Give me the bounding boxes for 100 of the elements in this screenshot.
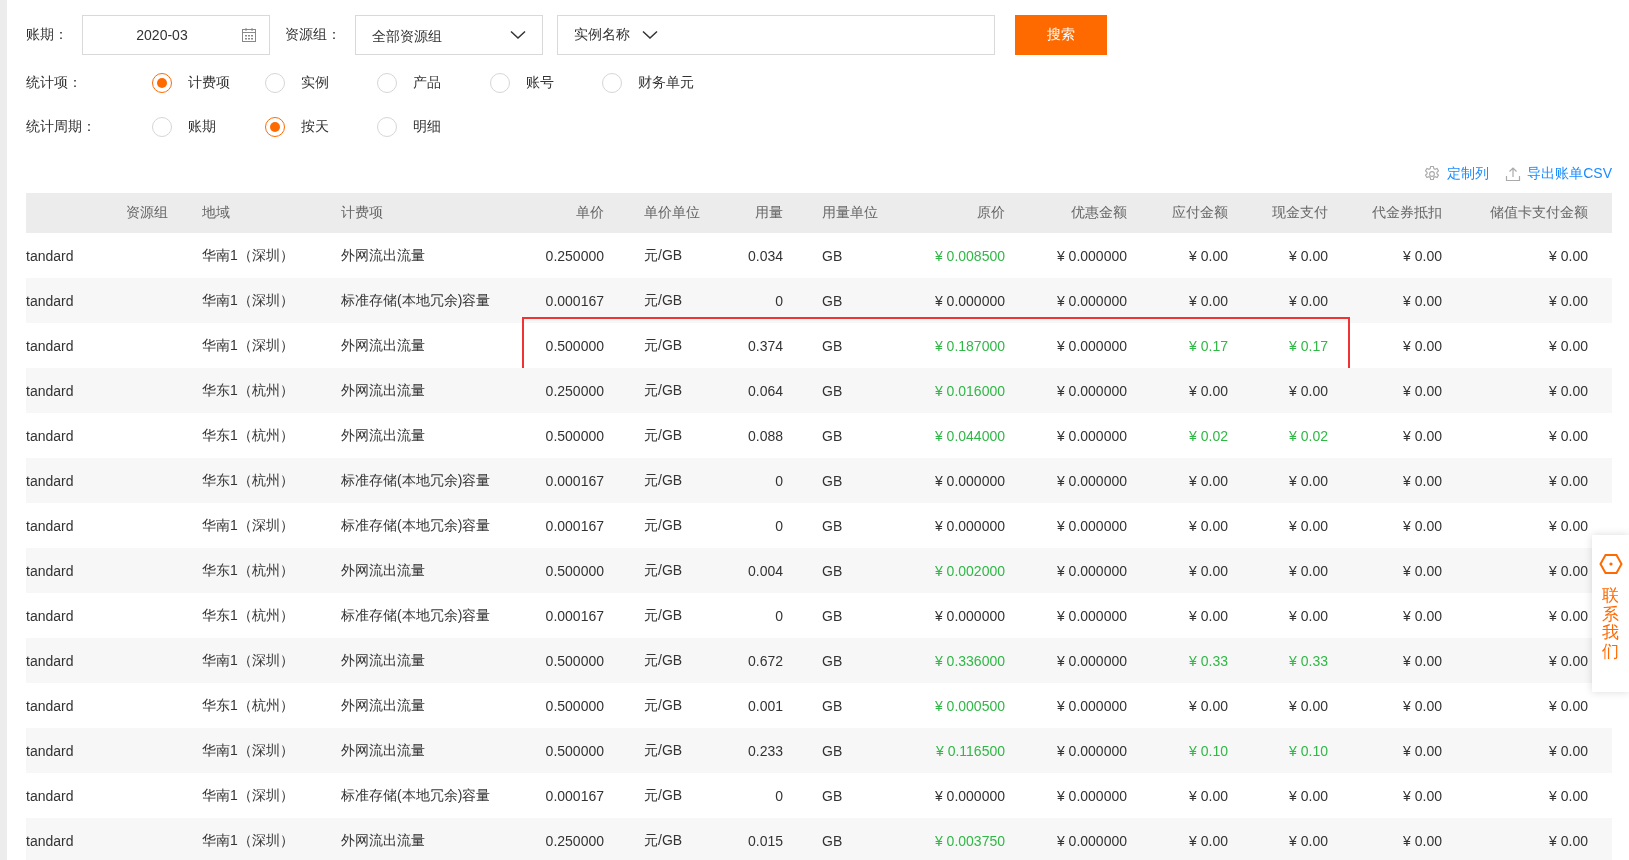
table-cell-text: ¥ 0.000000 (1055, 742, 1127, 759)
table-cell-text: 0.233 (746, 742, 783, 759)
table-cell-text: ¥ 0.00 (1402, 292, 1442, 309)
table-cell-text: tandard (26, 832, 75, 849)
table-cell-text: 元/GB (643, 561, 684, 580)
column-header: 代金券抵扣 (1371, 204, 1442, 222)
table-cell-text: ¥ 0.000000 (1055, 337, 1127, 354)
table-cell-text: ¥ 0.000000 (1055, 517, 1127, 534)
table-cell-text: 0.374 (746, 337, 783, 354)
table-cell-text: 元/GB (643, 696, 684, 715)
table-cell-text: ¥ 0.000000 (933, 607, 1005, 624)
table-cell-text: 0 (774, 517, 783, 534)
table-cell-text: ¥ 0.00 (1288, 382, 1328, 399)
table-cell-text: ¥ 0.000000 (1055, 787, 1127, 804)
table-cell-text: ¥ 0.000000 (933, 517, 1005, 534)
period-field[interactable]: 2020-03 (82, 15, 270, 55)
table-cell-text: ¥ 0.00 (1402, 427, 1442, 444)
table-cell-text: 标准存储(本地冗余)容量 (341, 516, 492, 535)
table-cell-text: tandard (26, 742, 75, 759)
radio-option[interactable]: 财务单元 (602, 73, 715, 93)
table-cell-text: GB (821, 427, 844, 444)
table-cell-text: 标准存储(本地冗余)容量 (341, 786, 492, 805)
table-cell-text: 0.088 (746, 427, 783, 444)
table-cell-text: GB (821, 382, 844, 399)
column-header: 优惠金额 (1070, 204, 1127, 222)
radio-option[interactable]: 明细 (377, 117, 490, 137)
table-cell-text: 0.000167 (544, 472, 604, 489)
table-cell-text: 华东1（杭州） (201, 561, 295, 580)
table-cell-text: ¥ 0.00 (1402, 742, 1442, 759)
table-cell-text: tandard (26, 382, 75, 399)
column-header: 原价 (976, 204, 1005, 222)
table-cell-text: 元/GB (643, 381, 684, 400)
table-cell-text: tandard (26, 472, 75, 489)
table-cell-text: ¥ 0.00 (1188, 697, 1228, 714)
table-cell-text: ¥ 0.000500 (933, 697, 1005, 714)
chevron-down-icon (642, 30, 658, 40)
export-csv-link[interactable]: 导出账单CSV (1527, 165, 1612, 183)
table-cell-text: ¥ 0.33 (1288, 652, 1328, 669)
table-cell-text: ¥ 0.00 (1402, 652, 1442, 669)
table-cell-text: ¥ 0.00 (1402, 517, 1442, 534)
table-cell-text: 0.500000 (544, 652, 604, 669)
table-cell-text: 元/GB (643, 246, 684, 265)
table-cell-text: 0.015 (746, 832, 783, 849)
table-cell-text: 外网流出流量 (341, 426, 426, 445)
instance-select[interactable]: 实例名称 (557, 15, 995, 55)
table-cell-text: 外网流出流量 (341, 246, 426, 265)
table-cell-text: ¥ 0.00 (1402, 472, 1442, 489)
radio-option[interactable]: 账号 (489, 73, 602, 93)
table-cell-text: ¥ 0.000000 (1055, 832, 1127, 849)
radio-option[interactable]: 按天 (264, 117, 377, 137)
table-cell-text: 0.034 (746, 247, 783, 264)
calendar-icon (241, 27, 257, 43)
table-cell-text: GB (821, 292, 844, 309)
table-cell-text: ¥ 0.00 (1402, 697, 1442, 714)
table-cell-text: ¥ 0.00 (1288, 787, 1328, 804)
column-header: 应付金额 (1171, 204, 1228, 222)
table-cell-text: ¥ 0.044000 (933, 427, 1005, 444)
table-cell-text: tandard (26, 787, 75, 804)
radio-option[interactable]: 实例 (264, 73, 377, 93)
table-cell-text: ¥ 0.000000 (933, 787, 1005, 804)
table-cell-text: ¥ 0.00 (1548, 337, 1588, 354)
table-cell-text: ¥ 0.008500 (933, 247, 1005, 264)
table-cell-text: ¥ 0.00 (1548, 247, 1588, 264)
table-cell-text: ¥ 0.00 (1548, 517, 1588, 534)
radio-option[interactable]: 账期 (152, 117, 265, 137)
radio-option[interactable]: 产品 (377, 73, 490, 93)
table-cell-text: GB (821, 697, 844, 714)
table-cell-text: ¥ 0.10 (1188, 742, 1228, 759)
table-cell-text: ¥ 0.00 (1402, 787, 1442, 804)
table-cell-text: 华东1（杭州） (201, 381, 295, 400)
resource-group-label: 资源组： (285, 26, 342, 44)
resource-group-select[interactable]: 全部资源组 (355, 15, 543, 55)
table-cell-text: 外网流出流量 (341, 696, 426, 715)
table-cell-text: ¥ 0.00 (1188, 382, 1228, 399)
column-header: 计费项 (341, 204, 384, 222)
table-cell-text: 元/GB (643, 471, 684, 490)
table-cell-text: 元/GB (643, 336, 684, 355)
table-cell-text: 0.001 (746, 697, 783, 714)
table-cell-text: ¥ 0.00 (1288, 607, 1328, 624)
table-cell-text: ¥ 0.00 (1188, 562, 1228, 579)
table-cell-text: 标准存储(本地冗余)容量 (341, 606, 492, 625)
table-cell-text: ¥ 0.00 (1402, 562, 1442, 579)
table-cell-text: 外网流出流量 (341, 741, 426, 760)
table-cell-text: 华东1（杭州） (201, 606, 295, 625)
table-cell-text: 0.500000 (544, 427, 604, 444)
table-cell-text: GB (821, 742, 844, 759)
table-cell-text: ¥ 0.02 (1288, 427, 1328, 444)
table-cell-text: ¥ 0.000000 (1055, 652, 1127, 669)
table-cell-text: 0 (774, 472, 783, 489)
table-cell-text: 0 (774, 787, 783, 804)
table-cell-text: ¥ 0.00 (1402, 382, 1442, 399)
table-cell-text: ¥ 0.000000 (1055, 292, 1127, 309)
table-cell-text: ¥ 0.00 (1188, 247, 1228, 264)
table-cell-text: 华东1（杭州） (201, 471, 295, 490)
table-cell-text: 元/GB (643, 291, 684, 310)
table-cell-text: 华东1（杭州） (201, 426, 295, 445)
radio-option[interactable]: 计费项 (152, 73, 265, 93)
table-cell-text: 华南1（深圳） (201, 651, 295, 670)
table-cell-text: ¥ 0.00 (1402, 832, 1442, 849)
table-cell-text: 元/GB (643, 606, 684, 625)
